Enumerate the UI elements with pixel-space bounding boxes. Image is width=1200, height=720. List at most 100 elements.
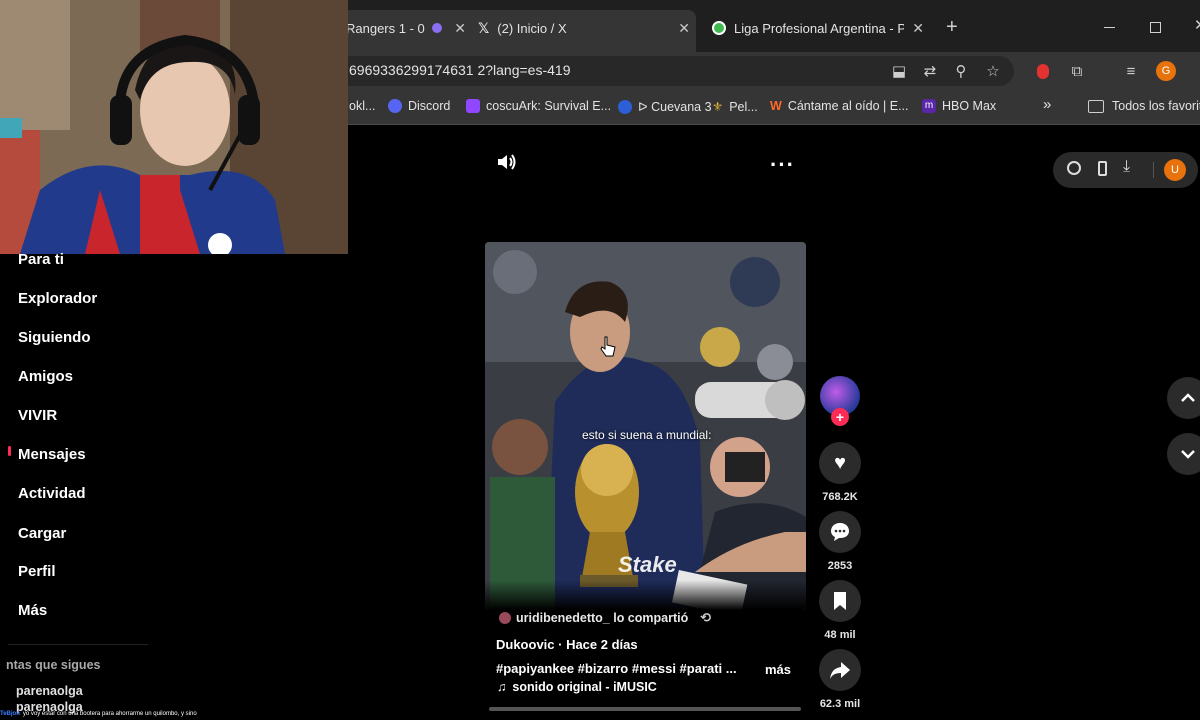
url-text[interactable]: 6969336299174631 2?lang=es-419 [349, 62, 571, 78]
share-count: 62.3 mil [819, 698, 861, 710]
translate-icon[interactable]: ⇄ [919, 60, 941, 82]
speed-icon[interactable] [1067, 161, 1081, 175]
fleur-icon: ⚜ [712, 100, 724, 114]
like-button[interactable]: ♥ [819, 442, 861, 484]
sidebar-item-explorador[interactable]: Explorador [18, 290, 97, 307]
extension-red-icon[interactable] [1032, 60, 1054, 82]
chat-overlay-line: TeBjon yo voy estar con una bootera para … [0, 708, 197, 720]
video-player[interactable]: esto si suena a mundial: Stake [485, 242, 806, 610]
media-control-icon[interactable]: ≡ [1120, 60, 1142, 82]
discord-icon [388, 99, 402, 113]
cuevana-icon [618, 99, 632, 114]
sound-name: sonido original - iMUSIC [512, 680, 657, 694]
bookmark-label: Discord [408, 99, 451, 113]
chevron-down-icon [1181, 450, 1195, 459]
bookmark-item[interactable]: okl... [349, 99, 375, 113]
user-avatar-initial: U [1171, 164, 1179, 176]
sidebar-item-amigos[interactable]: Amigos [18, 368, 73, 385]
new-tab-button[interactable]: + [946, 16, 958, 39]
stake-watermark: Stake [618, 552, 677, 577]
bookmark-label: Pel... [729, 99, 758, 114]
download-icon[interactable]: ⤓ [1123, 158, 1130, 176]
bookmark-label: Todos los favorito [1112, 99, 1200, 113]
tab-x-inicio[interactable]: 𝕏 (2) Inicio / X ✕ [478, 12, 690, 44]
shared-by-text: uridibenedetto_ lo compartió [516, 611, 689, 625]
user-avatar[interactable]: U [1164, 159, 1186, 181]
bookmark-icon [834, 592, 846, 610]
bookmarks-overflow-button[interactable]: » [1043, 96, 1051, 113]
phone-icon[interactable] [1098, 161, 1107, 176]
save-count: 48 mil [824, 629, 856, 641]
bookmark-discord[interactable]: Discord [388, 99, 450, 113]
close-tab-icon[interactable]: ✕ [912, 20, 924, 37]
follow-plus-icon[interactable]: + [831, 408, 849, 426]
sidebar-item-mas[interactable]: Más [18, 602, 47, 619]
profile-initial: G [1156, 61, 1176, 81]
next-video-button[interactable] [1167, 433, 1200, 475]
x-logo-icon: 𝕏 [478, 19, 490, 36]
bookmark-cantame[interactable]: W Cántame al oído | E... [770, 99, 909, 113]
mouse-pointer-icon [600, 336, 616, 363]
heart-icon: ♥ [834, 451, 846, 474]
close-tab-icon[interactable]: ✕ [454, 20, 466, 37]
sidebar-item-para-ti[interactable]: Para ti [18, 251, 64, 268]
sound-row[interactable]: ♫ sonido original - iMUSIC [497, 680, 657, 694]
repost-icon: ⟲ [700, 610, 712, 625]
bookmark-all-folder[interactable]: Todos los favorito [1088, 99, 1200, 113]
tab-label: (2) Inicio / X [497, 20, 567, 36]
sidebar-item-perfil[interactable]: Perfil [18, 563, 56, 580]
hbo-max-icon: m [922, 99, 936, 113]
w-logo-icon: W [770, 99, 782, 113]
share-icon [830, 662, 850, 679]
sidebar-item-actividad[interactable]: Actividad [18, 485, 86, 502]
tab-liga-profesional[interactable]: Liga Profesional Argentina - PO ✕ [712, 12, 924, 44]
sharer-avatar [499, 612, 511, 624]
tab-rangers[interactable]: Rangers 1 - 0 ✕ [346, 12, 466, 44]
comment-icon [831, 523, 849, 541]
sidebar-item-vivir[interactable]: VIVIR [18, 407, 57, 424]
minimize-window-icon[interactable] [1104, 27, 1115, 28]
extensions-puzzle-icon[interactable]: ⧉ [1066, 60, 1088, 82]
video-progress-bar[interactable] [489, 707, 801, 711]
comment-button[interactable] [819, 511, 861, 553]
zoom-icon[interactable]: ⚲ [950, 60, 972, 82]
bookmark-twitch[interactable]: coscuArk: Survival E... [466, 99, 611, 113]
share-button[interactable] [819, 649, 861, 691]
bookmark-hbo[interactable]: m HBO Max [922, 99, 996, 113]
bookmark-pel[interactable]: ⚜ Pel... [712, 99, 758, 115]
more-caption-button[interactable]: más [765, 662, 791, 677]
bookmark-label: Cántame al oído | E... [787, 99, 909, 113]
like-count: 768.2K [822, 491, 858, 503]
more-options-icon[interactable]: ··· [770, 152, 795, 178]
following-accounts-title: ntas que sigues [6, 658, 101, 672]
sidebar-divider [8, 644, 148, 645]
hashtags[interactable]: #papiyankee #bizarro #messi #parati ... [496, 661, 737, 676]
webcam-overlay [0, 0, 348, 254]
restore-window-icon[interactable] [1150, 22, 1161, 33]
video-caption-overlay: esto si suena a mundial: [582, 428, 712, 442]
install-app-icon[interactable]: ⬓ [888, 60, 910, 82]
folder-icon [1088, 99, 1104, 113]
extension-toolbar-pill: ⤓ U [1053, 152, 1198, 188]
comment-count: 2853 [827, 560, 853, 572]
video-bottom-gradient [485, 580, 806, 610]
tab-label: Rangers 1 - 0 [346, 20, 425, 36]
webcam-streamer-image [0, 0, 348, 254]
sidebar-item-cargar[interactable]: Cargar [18, 525, 66, 542]
bookmark-star-icon[interactable]: ☆ [982, 60, 1004, 82]
close-tab-icon[interactable]: ✕ [678, 20, 690, 37]
bookmark-cuevana[interactable]: ᐅ Cuevana 3 [618, 99, 712, 114]
chat-username: TeBjon [0, 711, 20, 717]
close-window-icon[interactable]: ✕ [1194, 16, 1200, 34]
save-button[interactable] [819, 580, 861, 622]
previous-video-button[interactable] [1167, 377, 1200, 419]
shared-by-row[interactable]: uridibenedetto_ lo compartió ⟲ [499, 610, 711, 626]
sidebar-item-siguiendo[interactable]: Siguiendo [18, 329, 91, 346]
profile-avatar[interactable]: G [1155, 60, 1177, 82]
bookmark-label: HBO Max [942, 99, 997, 113]
following-account-item[interactable]: parenaolga [16, 684, 83, 698]
sidebar-item-mensajes[interactable]: Mensajes [18, 446, 86, 463]
volume-icon[interactable] [496, 152, 518, 177]
author-line[interactable]: Dukoovic · Hace 2 días [496, 637, 638, 652]
tab-label: Liga Profesional Argentina - PO [734, 20, 904, 36]
